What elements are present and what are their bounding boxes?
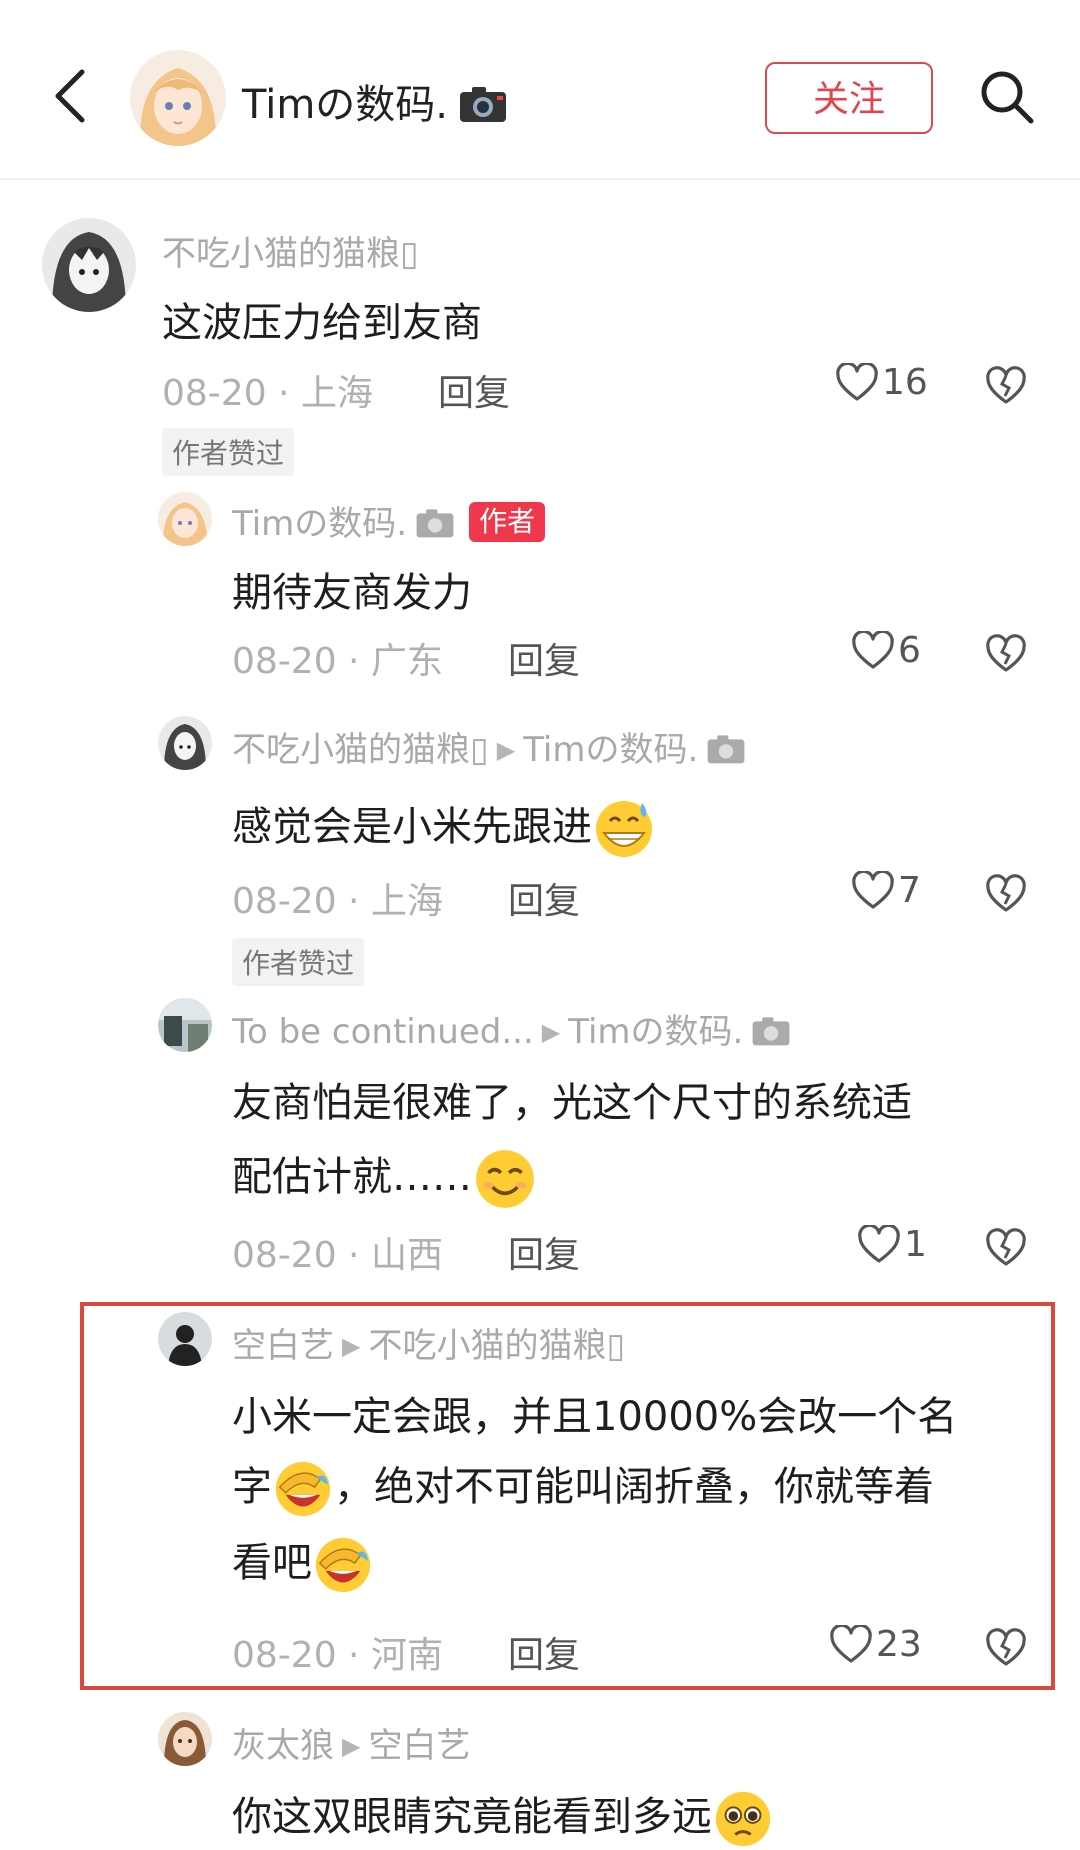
comment-username[interactable]: 灰太狼 ▶ 空白艺	[232, 1718, 470, 1767]
comment-text: 这波压力给到友商	[162, 300, 482, 346]
author-liked-tag: 作者赞过	[232, 938, 365, 986]
comment-location: 上海	[300, 373, 373, 414]
comment-username[interactable]: 不吃小猫的猫粮▯ ▶ Timの数码.	[232, 722, 748, 771]
avatar[interactable]	[158, 1712, 212, 1766]
heart-icon	[858, 1223, 900, 1263]
facepalm-laugh-emoji-icon	[315, 1537, 371, 1593]
comment-text-line: 友商怕是很难了，光这个尺寸的系统适	[232, 1080, 912, 1126]
like-count: 7	[898, 870, 921, 911]
username-text[interactable]: 不吃小猫的猫粮▯	[232, 730, 489, 770]
username-text[interactable]: 空白艺	[232, 1326, 334, 1366]
comment-text-line: 小米一定会跟，并且10000%会改一个名	[232, 1394, 958, 1440]
comment-text-content: 配估计就……	[232, 1154, 472, 1200]
back-arrow-icon[interactable]	[48, 66, 92, 126]
comment-username[interactable]: Timの数码. 作者	[232, 496, 546, 545]
author-badge: 作者	[469, 502, 546, 542]
author-liked-tag: 作者赞过	[162, 428, 295, 476]
author-name[interactable]: Timの数码.	[242, 72, 448, 130]
camera-icon	[707, 735, 745, 764]
comment-text-line: 字 ，绝对不可能叫阔折叠，你就等着	[232, 1454, 934, 1520]
reply-arrow-icon: ▶	[496, 736, 516, 764]
camera-icon	[752, 1017, 790, 1046]
like-button[interactable]: 1	[858, 1223, 927, 1265]
comment-username[interactable]: To be continued... ▶ Timの数码.	[232, 1004, 793, 1053]
comment-text-content: 字	[232, 1464, 272, 1510]
reply-arrow-icon: ▶	[342, 1732, 361, 1760]
comment-location: 广东	[370, 641, 443, 682]
comment-location: 上海	[370, 881, 443, 922]
heart-icon	[852, 629, 894, 669]
avatar[interactable]	[158, 716, 212, 770]
top-bar: Timの数码. 关注	[0, 0, 1080, 180]
like-button[interactable]: 16	[836, 361, 928, 403]
username-text[interactable]: Timの数码.	[232, 504, 407, 544]
comment-text-line: 配估计就……	[232, 1144, 538, 1212]
comment-text: 感觉会是小米先跟进	[232, 794, 656, 861]
reply-to-username[interactable]: Timの数码.	[523, 730, 698, 770]
like-count: 16	[882, 362, 928, 403]
username-text[interactable]: 灰太狼	[232, 1726, 334, 1766]
reply-button[interactable]: 回复	[508, 872, 580, 924]
comment-meta: 08-20 · 上海	[162, 373, 373, 414]
comment-meta: 08-20 · 河南	[232, 1635, 443, 1676]
comment-date: 08-20	[232, 881, 337, 922]
reply-button[interactable]: 回复	[508, 1626, 580, 1678]
follow-button[interactable]: 关注	[765, 62, 933, 134]
comment-text-content: ，绝对不可能叫阔折叠，你就等着	[334, 1464, 934, 1510]
comment-meta: 08-20 · 山西	[232, 1235, 443, 1276]
broken-heart-icon[interactable]	[986, 1228, 1026, 1268]
reply-button[interactable]: 回复	[438, 364, 510, 416]
comment-text: 你这双眼睛究竟能看到多远	[232, 1784, 774, 1850]
search-icon[interactable]	[978, 68, 1036, 126]
grinning-sweat-emoji-icon	[596, 801, 652, 857]
reply-arrow-icon: ▶	[541, 1018, 561, 1046]
comment-date: 08-20	[232, 1235, 337, 1276]
like-count: 23	[876, 1624, 922, 1665]
comment-username[interactable]: 空白艺 ▶ 不吃小猫的猫粮▯	[232, 1318, 625, 1367]
reply-to-username[interactable]: Timの数码.	[568, 1012, 743, 1052]
comment-date: 08-20	[232, 641, 337, 682]
broken-heart-icon[interactable]	[986, 1628, 1026, 1668]
facepalm-laugh-emoji-icon	[275, 1461, 331, 1517]
heart-icon	[836, 361, 878, 401]
comment-date: 08-20	[162, 373, 267, 414]
avatar[interactable]	[42, 218, 136, 312]
avatar[interactable]	[158, 998, 212, 1052]
comment-username[interactable]: 不吃小猫的猫粮▯	[162, 226, 419, 275]
comment-text: 期待友商发力	[232, 570, 472, 616]
smiling-blush-emoji-icon	[476, 1150, 534, 1208]
reply-arrow-icon: ▶	[342, 1332, 361, 1360]
comment-text-line: 看吧	[232, 1530, 374, 1596]
like-button[interactable]: 23	[830, 1623, 922, 1665]
like-button[interactable]: 6	[852, 629, 921, 671]
avatar[interactable]	[158, 492, 212, 546]
pleading-emoji-icon	[715, 1791, 771, 1847]
reply-to-username[interactable]: 不吃小猫的猫粮▯	[368, 1326, 625, 1366]
avatar[interactable]	[158, 1312, 212, 1366]
heart-icon	[852, 869, 894, 909]
author-avatar[interactable]	[130, 50, 226, 146]
reply-to-username[interactable]: 空白艺	[368, 1726, 470, 1766]
comment-location: 河南	[370, 1635, 443, 1676]
comment-date: 08-20	[232, 1635, 337, 1676]
like-count: 6	[898, 630, 921, 671]
heart-icon	[830, 1623, 872, 1663]
reply-button[interactable]: 回复	[508, 1226, 580, 1278]
comment-meta: 08-20 · 上海	[232, 881, 443, 922]
comment-text-content: 你这双眼睛究竟能看到多远	[232, 1794, 712, 1840]
comment-location: 山西	[370, 1235, 443, 1276]
broken-heart-icon[interactable]	[986, 874, 1026, 914]
comment-text-content: 看吧	[232, 1540, 312, 1586]
like-button[interactable]: 7	[852, 869, 921, 911]
like-count: 1	[904, 1224, 927, 1265]
camera-icon	[460, 87, 506, 122]
username-text[interactable]: To be continued...	[232, 1012, 534, 1052]
comment-meta: 08-20 · 广东	[232, 641, 443, 682]
camera-icon	[416, 509, 454, 538]
comment-text-content: 感觉会是小米先跟进	[232, 804, 592, 850]
reply-button[interactable]: 回复	[508, 632, 580, 684]
broken-heart-icon[interactable]	[986, 634, 1026, 674]
broken-heart-icon[interactable]	[986, 366, 1026, 406]
